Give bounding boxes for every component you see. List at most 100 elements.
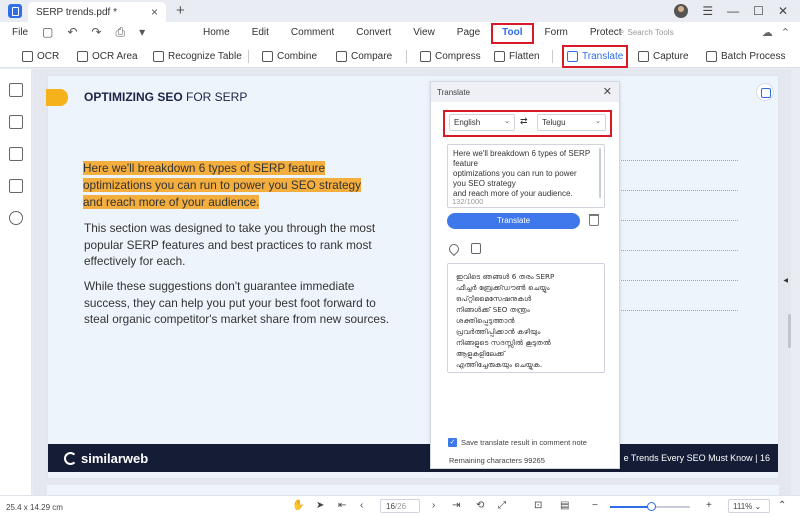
fit-page-icon[interactable]: ⤢ [498, 500, 506, 511]
zoom-slider-thumb[interactable] [646, 502, 656, 511]
toolbar-divider [552, 50, 553, 63]
trash-icon[interactable] [589, 214, 599, 226]
table-icon [153, 51, 164, 62]
view-mode-icon[interactable]: ⊡ [534, 500, 542, 511]
batch-process-button[interactable]: Batch Process [706, 48, 785, 65]
next-pdf-page [47, 485, 779, 495]
menu-comment[interactable]: Comment [280, 22, 345, 44]
menu-page[interactable]: Page [446, 22, 491, 44]
compare-button[interactable]: Compare [336, 48, 392, 65]
search-panel-icon[interactable] [9, 211, 23, 225]
menu-file[interactable]: File [12, 27, 28, 38]
target-language-value: Telugu [542, 118, 566, 127]
save-translation-option[interactable]: ✓ Save translate result in comment note [448, 438, 587, 447]
compress-button[interactable]: Compress [420, 48, 481, 65]
combine-button[interactable]: Combine [262, 48, 317, 65]
page-accent-marker [46, 89, 68, 106]
first-page-icon[interactable]: ⇤ [338, 500, 346, 511]
zoom-level-select[interactable]: 111% ⌄ [728, 499, 770, 513]
total-pages: /26 [394, 502, 407, 511]
bookmark-icon[interactable] [9, 115, 23, 129]
dotted-line [618, 310, 738, 311]
translate-button[interactable]: Translate [561, 45, 629, 68]
cloud-icon[interactable]: ☁ [762, 26, 773, 39]
tab-close-icon[interactable]: × [151, 5, 158, 19]
previous-page-icon[interactable]: ‹ [360, 500, 363, 511]
document-viewport: OPTIMIZING SEO FOR SERP Here we'll break… [33, 69, 791, 495]
swap-languages-icon[interactable]: ⇄ [520, 116, 528, 127]
zoom-in-icon[interactable]: + [706, 500, 712, 511]
source-language-select[interactable]: English ⌄ [449, 114, 515, 131]
collapse-right-panel-icon[interactable]: ◀ [783, 277, 788, 284]
page-heading: OPTIMIZING SEO FOR SERP [84, 90, 247, 104]
user-avatar[interactable] [674, 4, 689, 18]
minimize-button[interactable]: — [727, 4, 739, 18]
pdf-editor-window: SERP trends.pdf * × + ☰ — ☐ ✕ File ▢ ↶ ↷… [0, 0, 800, 516]
maximize-button[interactable]: ☐ [753, 4, 764, 18]
page-dimensions: 25.4 x 14.29 cm [6, 503, 63, 512]
ocr-area-button[interactable]: OCR Area [77, 48, 138, 65]
recognize-table-button[interactable]: Recognize Table [153, 48, 242, 65]
pdf-page: OPTIMIZING SEO FOR SERP Here we'll break… [46, 75, 779, 479]
similarweb-logo: similarweb [64, 451, 148, 466]
save-translation-checkbox[interactable]: ✓ [448, 438, 457, 447]
highlighted-line: Here we'll breakdown 6 types of SERP fea… [83, 161, 326, 175]
close-window-button[interactable]: ✕ [778, 4, 788, 18]
translate-submit-button[interactable]: Translate [447, 213, 580, 229]
compress-label: Compress [435, 51, 481, 62]
target-language-select[interactable]: Telugu ⌄ [537, 114, 606, 131]
menu-form[interactable]: Form [534, 22, 579, 44]
ocr-button[interactable]: OCR [22, 48, 59, 65]
highlighted-paragraph[interactable]: Here we'll breakdown 6 types of SERP fea… [83, 160, 413, 211]
page-number-input[interactable]: 16/26 [380, 499, 420, 513]
undo-icon[interactable]: ↶ [67, 25, 77, 40]
menu-edit[interactable]: Edit [241, 22, 280, 44]
ocr-label: OCR [37, 51, 60, 62]
language-selector-row: English ⌄ ⇄ Telugu ⌄ [443, 110, 612, 137]
next-page-icon[interactable]: › [432, 500, 435, 511]
body-paragraph: While these suggestions don't guarantee … [84, 279, 390, 326]
menu-icon[interactable]: ☰ [702, 4, 713, 18]
left-sidebar [0, 69, 32, 495]
select-tool-icon[interactable]: ➤ [316, 500, 324, 511]
zoom-out-icon[interactable]: − [592, 500, 598, 511]
flatten-icon [494, 51, 505, 62]
flatten-label: Flatten [509, 51, 540, 62]
copy-icon[interactable] [471, 243, 481, 254]
dotted-line [618, 190, 738, 191]
save-icon[interactable]: ▢ [42, 25, 53, 40]
page-layout-icon[interactable]: ▤ [560, 500, 569, 511]
title-bar: SERP trends.pdf * × + ☰ — ☐ ✕ [0, 0, 800, 22]
last-page-icon[interactable]: ⇥ [452, 500, 460, 511]
ocr-area-label: OCR Area [92, 51, 138, 62]
close-icon[interactable]: ✕ [603, 85, 612, 98]
attachment-icon[interactable] [9, 179, 23, 193]
capture-button[interactable]: Capture [638, 48, 689, 65]
toolbar-divider [248, 50, 249, 63]
document-tab-title: SERP trends.pdf * [36, 7, 117, 18]
flatten-button[interactable]: Flatten [494, 48, 540, 65]
menu-tool[interactable]: Tool [491, 22, 534, 44]
menu-home[interactable]: Home [192, 22, 241, 44]
rotate-icon[interactable]: ⟲ [476, 500, 484, 511]
collapse-ribbon-icon[interactable]: ⌃ [781, 26, 790, 39]
translate-icon [567, 51, 578, 62]
menu-view[interactable]: View [402, 22, 446, 44]
redo-icon[interactable]: ↷ [91, 25, 101, 40]
zoom-slider[interactable] [610, 502, 690, 511]
new-tab-button[interactable]: + [176, 2, 185, 19]
ai-assistant-icon[interactable] [756, 83, 774, 101]
print-icon[interactable]: ⎙ [115, 25, 125, 40]
document-tab[interactable]: SERP trends.pdf * × [28, 2, 166, 22]
comment-icon[interactable] [9, 147, 23, 161]
vertical-scrollbar[interactable] [788, 314, 791, 348]
thumbnails-icon[interactable] [9, 83, 23, 97]
hand-tool-icon[interactable]: ✋ [292, 500, 304, 511]
source-scrollbar[interactable] [599, 148, 601, 198]
quick-access-dropdown-icon[interactable]: ▾ [139, 25, 145, 40]
insert-note-icon[interactable] [446, 241, 462, 257]
collapse-statusbar-icon[interactable]: ⌃ [778, 500, 786, 511]
search-tools[interactable]: ⌕ Search Tools [620, 27, 674, 37]
menu-convert[interactable]: Convert [345, 22, 402, 44]
dotted-line [618, 280, 738, 281]
